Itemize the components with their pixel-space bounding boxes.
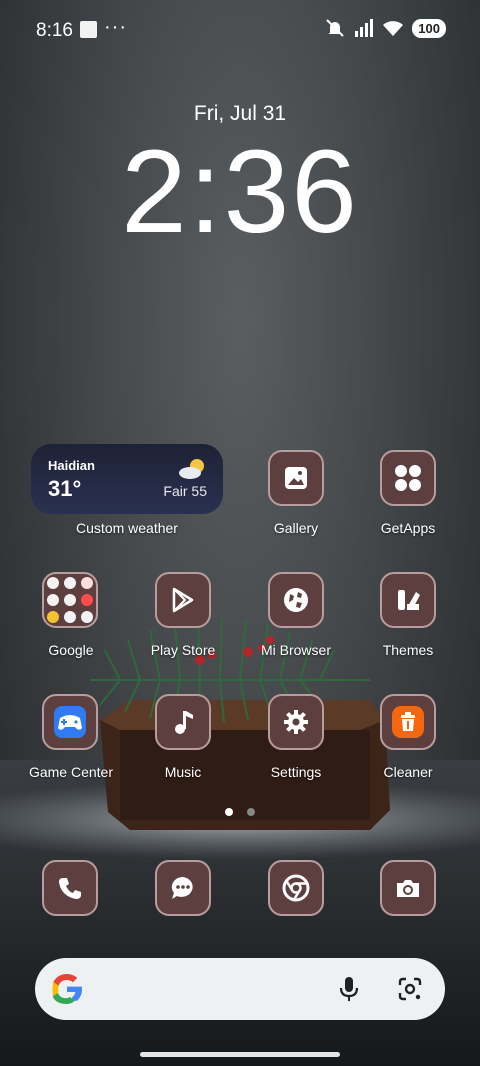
getapps-app-icon[interactable] [380, 450, 436, 506]
weather-temp: 31° [48, 476, 82, 501]
gamecenter-label: Game Center [28, 764, 114, 780]
mibrowser-app-icon[interactable] [268, 572, 324, 628]
globe-icon [284, 588, 308, 612]
getapps-icon [395, 465, 421, 491]
weather-widget-label: Custom weather [76, 520, 178, 536]
google-search-bar[interactable] [35, 958, 445, 1020]
playstore-app-icon[interactable] [155, 572, 211, 628]
page-dot-1[interactable] [225, 808, 233, 816]
weather-condition: Fair 55 [163, 483, 207, 499]
mute-icon [326, 19, 345, 37]
wifi-icon [383, 21, 404, 36]
lockscreen-date: Fri, Jul 31 [193, 102, 287, 125]
page-dot-2[interactable] [247, 808, 255, 816]
page-indicator[interactable] [0, 808, 480, 816]
notification-square-icon [80, 21, 97, 38]
google-g-icon [52, 974, 82, 1004]
themes-label: Themes [382, 642, 434, 658]
status-time: 8:16 [36, 20, 73, 41]
gesture-nav-bar[interactable] [140, 1052, 340, 1057]
lockscreen-clock[interactable]: 2:36 [0, 132, 480, 252]
google-folder-icon[interactable] [42, 572, 98, 628]
more-notifications-indicator: ··· [104, 16, 127, 38]
gear-icon [284, 710, 308, 734]
messages-dock-icon[interactable] [155, 860, 211, 916]
camera-dock-icon[interactable] [380, 860, 436, 916]
playstore-label: Play Store [150, 642, 216, 658]
themes-icon [398, 590, 420, 610]
music-app-icon[interactable] [155, 694, 211, 750]
themes-app-icon[interactable] [380, 572, 436, 628]
messages-icon [171, 876, 193, 899]
music-label: Music [164, 764, 202, 780]
gallery-label: Gallery [273, 520, 319, 536]
trash-icon [392, 706, 424, 738]
signal-icon [355, 19, 374, 37]
partly-cloudy-icon [179, 459, 204, 479]
battery-icon: 100 [412, 18, 446, 38]
getapps-label: GetApps [380, 520, 436, 536]
gallery-app-icon[interactable] [268, 450, 324, 506]
settings-app-icon[interactable] [268, 694, 324, 750]
gallery-icon [285, 467, 307, 489]
gamecenter-app-icon[interactable] [42, 694, 98, 750]
cleaner-app-icon[interactable] [380, 694, 436, 750]
lens-icon[interactable] [397, 976, 423, 1002]
mibrowser-label: Mi Browser [260, 642, 331, 658]
chrome-dock-icon[interactable] [268, 860, 324, 916]
weather-widget[interactable]: Haidian 31° Fair 55 [31, 444, 223, 514]
gamepad-icon [54, 706, 86, 738]
camera-icon [397, 880, 419, 897]
google-folder-label: Google [48, 642, 94, 658]
play-store-icon [172, 587, 194, 613]
status-bar: 8:16 ··· 100 [0, 0, 480, 60]
mic-icon[interactable] [337, 975, 361, 1003]
music-note-icon [175, 711, 193, 734]
status-icons: 100 [324, 18, 446, 38]
phone-dock-icon[interactable] [42, 860, 98, 916]
folder-preview [47, 577, 93, 623]
settings-label: Settings [270, 764, 322, 780]
cleaner-label: Cleaner [383, 764, 433, 780]
weather-city: Haidian [48, 458, 95, 473]
chrome-icon [282, 874, 310, 902]
phone-icon [59, 878, 81, 899]
